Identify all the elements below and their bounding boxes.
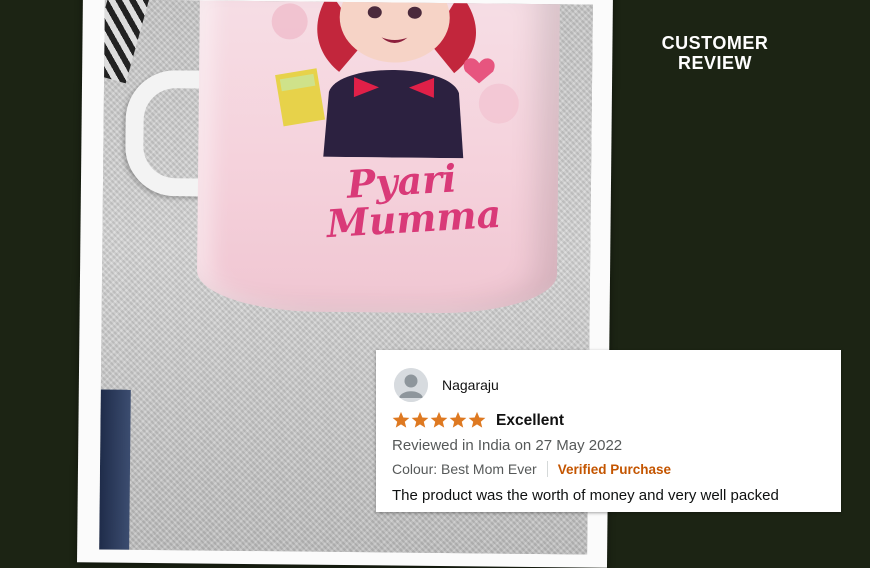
review-variant-row: Colour: Best Mom Ever Verified Purchase [392, 461, 671, 477]
mug-cartoon-art [271, 0, 519, 159]
page-title: CUSTOMER REVIEW [620, 33, 810, 73]
divider [546, 461, 548, 477]
review-title[interactable]: Excellent [496, 412, 564, 430]
review-card: Nagaraju Excellent Reviewed in India on … [376, 350, 841, 512]
review-date: Reviewed in India on 27 May 2022 [392, 437, 623, 454]
star-icon [468, 411, 486, 428]
page-title-line1: CUSTOMER [661, 33, 769, 53]
background-cloth [99, 389, 131, 550]
star-icon [392, 411, 410, 428]
mug: Pyari Mumma [196, 0, 561, 315]
star-icon [411, 411, 429, 428]
mug-text-line2: Mumma [325, 190, 503, 247]
verified-purchase-badge: Verified Purchase [557, 461, 672, 477]
star-icon [430, 411, 448, 428]
mug-printed-text: Pyari Mumma [286, 155, 520, 247]
star-icon [449, 411, 467, 428]
page-title-line2: REVIEW [677, 53, 752, 73]
review-body: The product was the worth of money and v… [392, 487, 779, 504]
user-avatar-icon [394, 368, 428, 402]
reviewer-name[interactable]: Nagaraju [442, 377, 499, 393]
review-variant[interactable]: Colour: Best Mom Ever [392, 461, 537, 477]
star-rating [392, 411, 486, 429]
